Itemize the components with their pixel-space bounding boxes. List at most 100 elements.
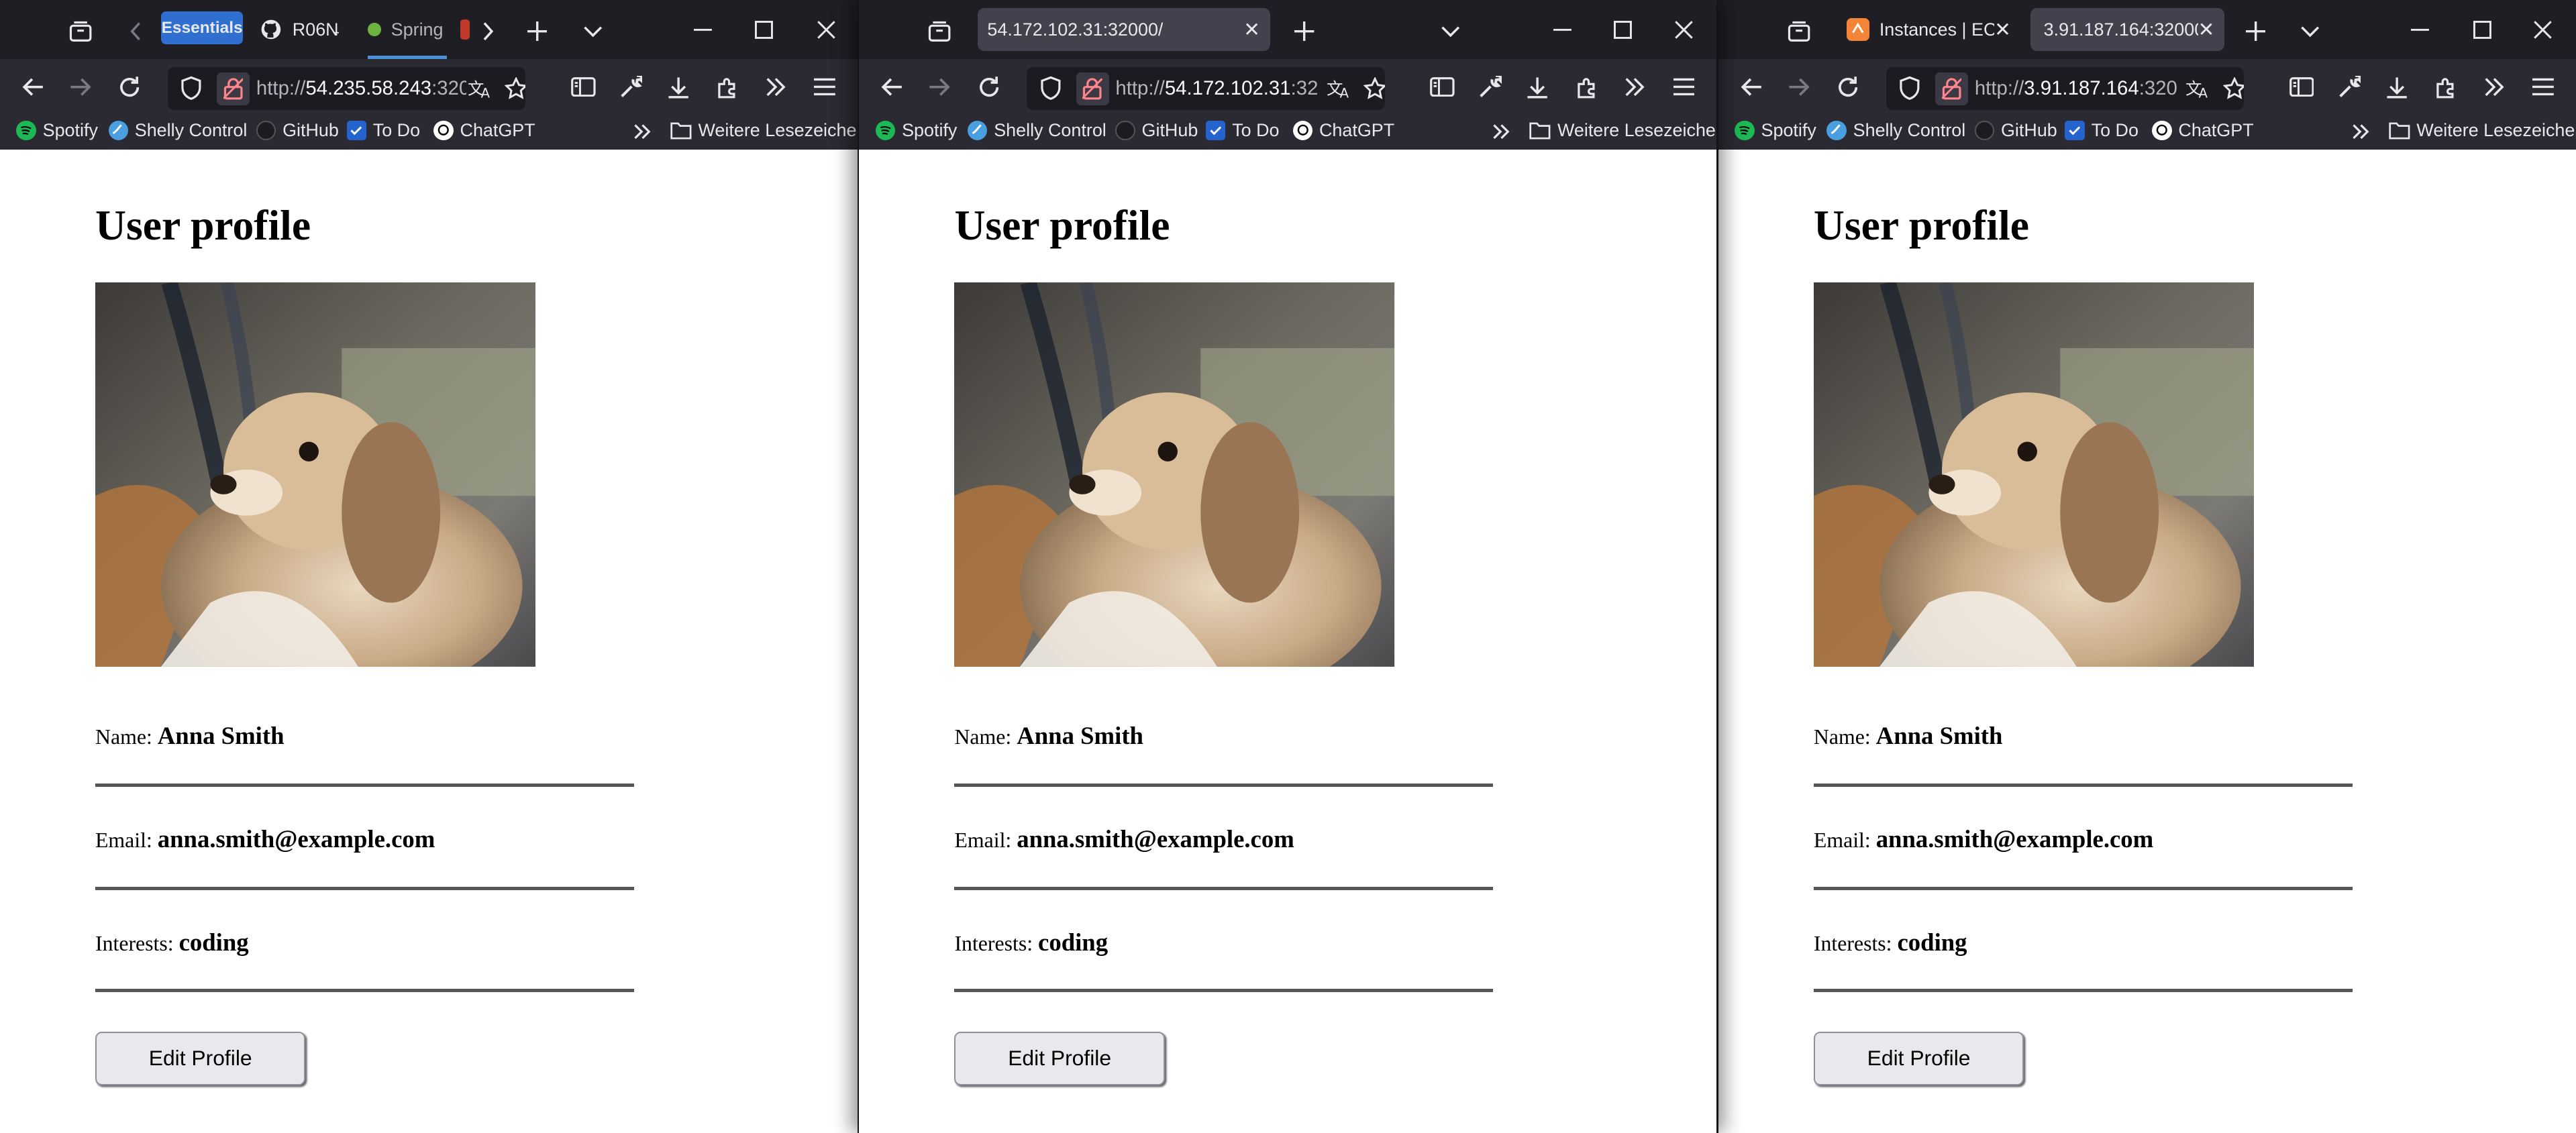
bookmark-shelly-control[interactable]: Shelly Control <box>108 120 247 141</box>
back-arrow-icon[interactable] <box>877 72 907 102</box>
plus-icon[interactable] <box>523 16 552 46</box>
scroll-right-icon[interactable] <box>476 16 499 46</box>
extensions-icon[interactable] <box>1572 72 1602 102</box>
close-icon[interactable] <box>1671 16 1697 42</box>
bookmark-github[interactable]: GitHub <box>256 120 339 141</box>
reload-icon[interactable] <box>974 72 1004 102</box>
chevron-down-icon[interactable] <box>2295 16 2324 46</box>
edit-profile-button[interactable]: Edit Profile <box>1813 1031 2024 1086</box>
insecure-lock-icon[interactable] <box>1076 72 1109 105</box>
extensions-icon[interactable] <box>713 72 743 102</box>
double-chevron-icon[interactable] <box>631 120 654 143</box>
shield-icon[interactable] <box>181 76 202 107</box>
url-bar[interactable]: http://54.235.58.243:320 文A <box>167 67 526 110</box>
extensions-icon[interactable] <box>2431 72 2461 102</box>
close-icon[interactable]: ✕ <box>2198 18 2215 42</box>
translate-icon[interactable]: 文A <box>2185 75 2212 102</box>
maximize-icon[interactable] <box>751 16 777 42</box>
tab-active[interactable]: 54.172.102.31:32000/ ✕ <box>977 8 1270 51</box>
minimize-icon[interactable] <box>2407 16 2433 42</box>
bookmark-shelly-control[interactable]: Shelly Control <box>968 120 1106 141</box>
close-icon[interactable] <box>2530 16 2556 42</box>
insecure-lock-icon[interactable] <box>1935 72 1969 105</box>
wrench-icon[interactable] <box>2334 72 2364 102</box>
double-chevron-icon[interactable] <box>761 72 790 102</box>
maximize-icon[interactable] <box>1610 16 1636 42</box>
bookmark-shelly-control[interactable]: Shelly Control <box>1826 120 1965 141</box>
close-icon[interactable] <box>813 16 839 42</box>
tab-overview-icon[interactable] <box>1784 16 1814 46</box>
edit-profile-button[interactable]: Edit Profile <box>954 1031 1165 1086</box>
translate-icon[interactable]: 文A <box>466 75 493 102</box>
star-icon[interactable] <box>1362 76 1385 102</box>
maximize-icon[interactable] <box>2469 16 2495 42</box>
tab-overview-icon[interactable] <box>925 16 954 46</box>
back-arrow-icon[interactable] <box>18 72 48 102</box>
reload-icon[interactable] <box>115 72 144 102</box>
double-chevron-icon[interactable] <box>2349 120 2372 143</box>
tab-spring[interactable]: Spring <box>355 8 447 51</box>
bookmark-to-do[interactable]: To Do <box>1206 120 1280 141</box>
sidebar-icon[interactable] <box>1428 72 1457 102</box>
close-icon[interactable]: ✕ <box>1994 18 2011 42</box>
chevron-down-icon[interactable] <box>578 16 608 46</box>
bookmark-chatgpt[interactable]: ChatGPT <box>433 120 535 141</box>
bookmark-to-do[interactable]: To Do <box>346 120 420 141</box>
wrench-icon[interactable] <box>616 72 646 102</box>
hamburger-menu-icon[interactable] <box>810 72 839 102</box>
tab-github[interactable]: R06N̶ <box>250 8 352 51</box>
url-bar[interactable]: http://3.91.187.164:320 文A <box>1886 67 2245 110</box>
translate-icon[interactable]: 文A <box>1325 75 1352 102</box>
plus-icon[interactable] <box>2240 16 2270 46</box>
minimize-icon[interactable] <box>690 16 716 42</box>
edit-profile-button[interactable]: Edit Profile <box>95 1031 306 1086</box>
hamburger-menu-icon[interactable] <box>2528 72 2558 102</box>
double-chevron-icon[interactable] <box>1620 72 1649 102</box>
download-icon[interactable] <box>2382 72 2412 102</box>
shield-icon[interactable] <box>1899 76 1920 107</box>
bookmark-spotify[interactable]: Spotify <box>1735 120 1816 141</box>
bookmark-more-folder[interactable]: Weitere Lesezeichen <box>2389 120 2576 141</box>
url-text[interactable]: http://3.91.187.164:320 <box>1975 77 2177 100</box>
back-arrow-icon[interactable] <box>1737 72 1766 102</box>
bookmark-more-folder[interactable]: Weitere Lesezeichen <box>670 120 858 141</box>
url-text[interactable]: http://54.235.58.243:320 <box>256 77 470 100</box>
minimize-icon[interactable] <box>1549 16 1576 42</box>
bookmark-more-folder[interactable]: Weitere Lesezeichen <box>1529 120 1716 141</box>
forward-arrow-icon[interactable] <box>66 72 95 102</box>
bookmark-chatgpt[interactable]: ChatGPT <box>2152 120 2254 141</box>
bookmark-github[interactable]: GitHub <box>1115 120 1198 141</box>
url-bar[interactable]: http://54.172.102.31:32 文A <box>1027 67 1385 110</box>
download-icon[interactable] <box>1523 72 1553 102</box>
tab-partial[interactable] <box>460 8 474 51</box>
forward-arrow-icon[interactable] <box>1784 72 1814 102</box>
close-icon[interactable]: ✕ <box>1243 18 1260 42</box>
forward-arrow-icon[interactable] <box>925 72 954 102</box>
svg-text:A: A <box>1340 86 1349 99</box>
chevron-down-icon[interactable] <box>1436 16 1465 46</box>
star-icon[interactable] <box>2221 76 2245 102</box>
sidebar-icon[interactable] <box>568 72 598 102</box>
double-chevron-icon[interactable] <box>1490 120 1513 143</box>
bookmark-to-do[interactable]: To Do <box>2065 120 2139 141</box>
double-chevron-icon[interactable] <box>2479 72 2508 102</box>
tab-essentials[interactable]: Essentials <box>160 11 244 45</box>
bookmark-chatgpt[interactable]: ChatGPT <box>1292 120 1394 141</box>
bookmark-spotify[interactable]: Spotify <box>16 120 98 141</box>
insecure-lock-icon[interactable] <box>217 72 250 105</box>
bookmark-spotify[interactable]: Spotify <box>875 120 957 141</box>
star-icon[interactable] <box>503 76 526 102</box>
hamburger-menu-icon[interactable] <box>1669 72 1698 102</box>
shield-icon[interactable] <box>1040 76 1062 107</box>
plus-icon[interactable] <box>1290 16 1319 46</box>
tab-overview-icon[interactable] <box>66 16 95 46</box>
scroll-left-icon[interactable] <box>125 16 148 46</box>
url-text[interactable]: http://54.172.102.31:32 <box>1115 77 1318 100</box>
sidebar-icon[interactable] <box>2287 72 2316 102</box>
bookmark-github[interactable]: GitHub <box>1974 120 2057 141</box>
tab-ec2-instances[interactable]: Instances | EC2 | u ✕ <box>1837 8 2020 51</box>
tab-active[interactable]: 3.91.187.164:32000/ ✕ <box>2030 8 2224 51</box>
wrench-icon[interactable] <box>1476 72 1505 102</box>
reload-icon[interactable] <box>1833 72 1863 102</box>
download-icon[interactable] <box>664 72 693 102</box>
